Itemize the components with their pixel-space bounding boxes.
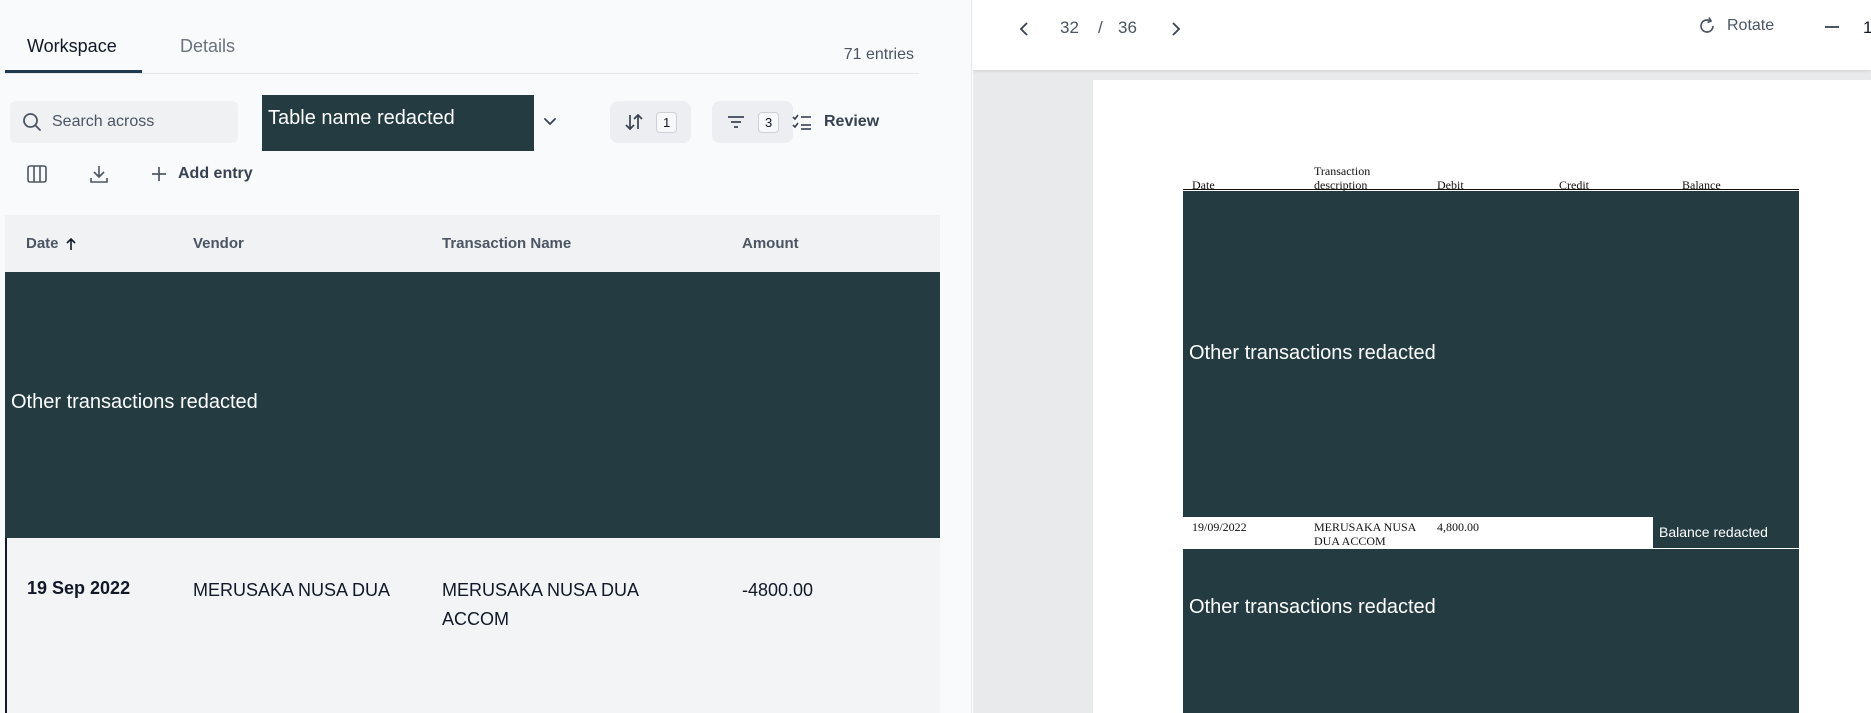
entries-count: 71 entries <box>843 46 914 63</box>
rotate-button[interactable]: Rotate <box>1697 16 1774 36</box>
pdf-redacted-block-bottom: Other transactions redacted <box>1183 549 1799 713</box>
sort-count-badge: 1 <box>656 111 678 133</box>
redacted-transactions-block: Other transactions redacted <box>5 272 940 538</box>
pdf-row-debit: 4,800.00 <box>1437 520 1479 534</box>
review-button[interactable]: Review <box>792 101 879 143</box>
document-viewer: 32 / 36 Rotate 1 Date Transaction descri… <box>973 0 1871 713</box>
filter-count-badge: 3 <box>758 111 780 133</box>
page-separator: / <box>1098 18 1103 37</box>
chevron-right-icon <box>1172 22 1181 36</box>
filter-button[interactable]: 3 <box>712 101 794 143</box>
redacted-transactions-label: Other transactions redacted <box>11 391 258 413</box>
prev-page-button[interactable] <box>1013 18 1035 40</box>
viewer-toolbar: 32 / 36 Rotate 1 <box>973 0 1871 70</box>
column-header-amount[interactable]: Amount <box>742 235 799 252</box>
zoom-level: 1 <box>1863 18 1871 37</box>
pdf-row-date: 19/09/2022 <box>1192 520 1247 534</box>
zoom-out-icon[interactable] <box>1825 26 1839 28</box>
chevron-down-icon[interactable] <box>540 112 560 132</box>
column-header-vendor[interactable]: Vendor <box>193 235 244 252</box>
filter-icon <box>728 116 744 128</box>
sort-icon <box>625 113 643 131</box>
tab-workspace[interactable]: Workspace <box>27 36 117 57</box>
next-page-button[interactable] <box>1165 18 1187 40</box>
add-entry-button[interactable]: Add entry <box>150 160 253 188</box>
rotate-label: Rotate <box>1727 17 1775 34</box>
active-tab-indicator <box>5 70 142 73</box>
sort-button[interactable]: 1 <box>610 101 692 143</box>
tab-bar: Workspace Details 71 entries <box>5 22 919 74</box>
pdf-balance-redacted: Balance redacted <box>1653 516 1799 548</box>
chevron-left-icon <box>1019 22 1028 36</box>
row-vendor: MERUSAKA NUSA DUA <box>193 580 391 600</box>
rotate-icon <box>1700 17 1714 33</box>
sort-ascending-icon <box>65 237 76 250</box>
column-header-transaction-name[interactable]: Transaction Name <box>442 235 571 252</box>
row-transaction-name: MERUSAKA NUSA DUA ACCOM <box>442 580 639 629</box>
column-header-date[interactable]: Date <box>26 235 77 252</box>
app-root: Workspace Details 71 entries Table name … <box>0 0 1871 713</box>
pdf-redacted-label-bottom: Other transactions redacted <box>1189 596 1436 618</box>
search-icon <box>23 113 41 131</box>
column-header-date-label: Date <box>26 235 59 252</box>
row-amount: -4800.00 <box>742 580 814 600</box>
tab-details[interactable]: Details <box>180 36 235 57</box>
plus-icon <box>152 167 166 181</box>
columns-button[interactable] <box>23 160 51 188</box>
toolbar: Table name redacted 1 3 Review <box>0 94 971 214</box>
pdf-header-rule <box>1183 189 1799 190</box>
checklist-icon <box>792 114 811 130</box>
table-row[interactable]: 19 Sep 2022 MERUSAKA NUSA DUA MERUSAKA N… <box>5 538 940 713</box>
table-select[interactable]: Table name redacted <box>262 95 534 151</box>
pdf-header-description: Transaction description <box>1314 164 1371 192</box>
workspace-pane: Workspace Details 71 entries Table name … <box>0 0 972 713</box>
review-label: Review <box>824 113 880 130</box>
document-page: Date Transaction description Debit Credi… <box>1093 80 1871 713</box>
pdf-redacted-label-top: Other transactions redacted <box>1189 342 1436 364</box>
table-header: Date Vendor Transaction Name Amount <box>5 215 940 272</box>
download-icon <box>90 166 108 183</box>
add-entry-label: Add entry <box>178 165 253 182</box>
search-input[interactable] <box>52 113 222 131</box>
current-page[interactable]: 32 <box>1060 18 1079 38</box>
pdf-row-description: MERUSAKA NUSA DUA ACCOM <box>1314 520 1416 548</box>
pdf-redacted-block-top: Other transactions redacted <box>1183 191 1799 517</box>
download-button[interactable] <box>85 160 113 188</box>
row-date: 19 Sep 2022 <box>27 578 131 598</box>
columns-icon <box>27 165 47 183</box>
total-pages: 36 <box>1118 18 1137 37</box>
search-box[interactable] <box>10 101 238 143</box>
